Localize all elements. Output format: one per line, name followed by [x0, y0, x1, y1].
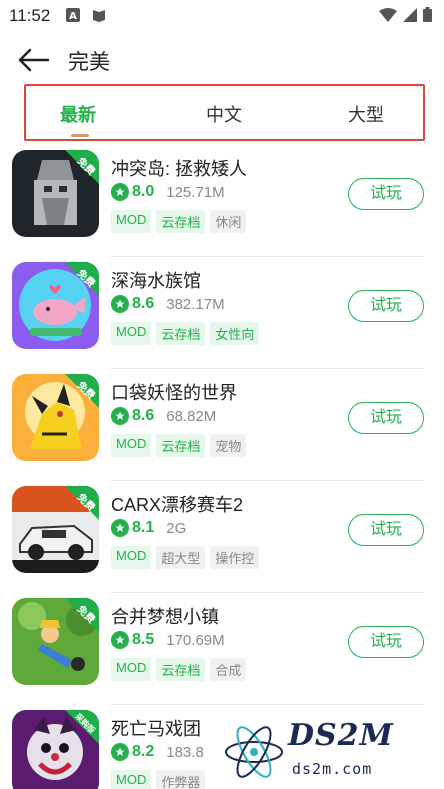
active-tab-indicator: [71, 134, 89, 137]
tab-bar: 最新 中文 大型: [24, 84, 425, 141]
back-arrow-icon[interactable]: [16, 46, 52, 74]
tag: 超大型: [156, 546, 206, 569]
rating-value: 8.5: [132, 631, 155, 648]
tab-latest[interactable]: 最新: [60, 101, 96, 127]
rating-line: ★ 8.0 125.71M: [111, 183, 225, 201]
app-icon: 免费: [12, 150, 99, 237]
try-play-button[interactable]: 试玩: [348, 626, 424, 658]
try-play-button[interactable]: 试玩: [348, 290, 424, 322]
list-item[interactable]: 免费 冲突岛: 拯救矮人 ★ 8.0 125.71M MOD 云存档 休闲 试玩: [0, 145, 444, 257]
rating-line: ★ 8.1 2G: [111, 519, 186, 537]
status-bar: 11:52 A: [0, 0, 444, 30]
tag: 云存档: [156, 434, 206, 457]
app-name: CARX漂移赛车2: [111, 495, 244, 515]
book-icon: [93, 10, 105, 22]
tab-chinese[interactable]: 中文: [206, 101, 242, 127]
tag: 宠物: [210, 434, 247, 457]
svg-text:A: A: [69, 11, 77, 22]
tag: MOD: [111, 434, 152, 457]
app-icon: 免费: [12, 486, 99, 573]
status-time: 11:52: [9, 6, 51, 25]
app-size: 125.71M: [166, 183, 225, 201]
app-size: 170.69M: [166, 631, 225, 649]
signal-icon: [403, 7, 417, 22]
rating-line: ★ 8.6 68.82M: [111, 407, 216, 425]
tag-list: MOD 超大型 操作控: [111, 546, 260, 569]
list-item[interactable]: 免费 口袋妖怪的世界 ★ 8.6 68.82M MOD 云存档 宠物 试玩: [0, 369, 444, 481]
tag-list: MOD 云存档 休闲: [111, 210, 247, 233]
app-size: 2G: [166, 519, 187, 537]
tag: 云存档: [156, 658, 206, 681]
purchase-badge: 采购版: [51, 710, 99, 758]
star-icon: ★: [111, 407, 129, 425]
star-icon: ★: [111, 631, 129, 649]
app-name: 合并梦想小镇: [111, 607, 219, 627]
star-icon: ★: [111, 295, 129, 313]
free-badge: 免费: [51, 486, 99, 534]
rating-value: 8.6: [132, 295, 155, 312]
app-size: 183.8: [166, 743, 204, 761]
tag-list: MOD 云存档 合成: [111, 658, 247, 681]
notification-a-icon: A: [66, 8, 80, 22]
atom-logo-icon: [225, 726, 283, 778]
tag: MOD: [111, 770, 152, 789]
tag: 操作控: [210, 546, 260, 569]
page-title: 完美: [68, 51, 110, 74]
tag-list: MOD 云存档 宠物: [111, 434, 247, 457]
tag: 云存档: [156, 322, 206, 345]
tag: 女性向: [210, 322, 260, 345]
list-item[interactable]: 免费 深海水族馆 ★ 8.6 382.17M MOD 云存档 女性向 试玩: [0, 257, 444, 369]
watermark-logo-text: DS2M: [288, 718, 394, 753]
tag: MOD: [111, 322, 152, 345]
free-badge: 免费: [51, 374, 99, 422]
wifi-icon: [379, 7, 397, 22]
rating-value: 8.6: [132, 407, 155, 424]
star-icon: ★: [111, 519, 129, 537]
app-name: 死亡马戏团: [111, 719, 201, 739]
app-size: 382.17M: [166, 295, 225, 313]
tag: MOD: [111, 210, 152, 233]
header: 完美: [0, 36, 444, 84]
app-name: 口袋妖怪的世界: [111, 383, 237, 403]
free-badge: 免费: [51, 150, 99, 198]
tag: 休闲: [210, 210, 247, 233]
free-badge: 免费: [51, 598, 99, 646]
app-name: 深海水族馆: [111, 271, 201, 291]
tag: 合成: [210, 658, 247, 681]
tag-list: MOD 作弊器: [111, 770, 206, 789]
app-icon: 采购版: [12, 710, 99, 789]
tab-large[interactable]: 大型: [348, 101, 384, 127]
tag: 作弊器: [156, 770, 206, 789]
watermark-url: ds2m.com: [292, 760, 373, 778]
app-size: 68.82M: [166, 407, 217, 425]
status-indicators: [379, 7, 432, 22]
free-badge: 免费: [51, 262, 99, 310]
app-icon: 免费: [12, 262, 99, 349]
tag-list: MOD 云存档 女性向: [111, 322, 260, 345]
tag: MOD: [111, 546, 152, 569]
app-icon: 免费: [12, 374, 99, 461]
rating-line: ★ 8.2 183.8: [111, 743, 204, 761]
try-play-button[interactable]: 试玩: [348, 178, 424, 210]
app-name: 冲突岛: 拯救矮人: [111, 159, 248, 179]
rating-line: ★ 8.6 382.17M: [111, 295, 225, 313]
list-item[interactable]: 免费 CARX漂移赛车2 ★ 8.1 2G MOD 超大型 操作控 试玩: [0, 481, 444, 593]
list-item[interactable]: 免费 合并梦想小镇 ★ 8.5 170.69M MOD 云存档 合成 试玩: [0, 593, 444, 705]
rating-value: 8.2: [132, 743, 155, 760]
rating-value: 8.0: [132, 183, 155, 200]
battery-icon: [423, 7, 432, 22]
star-icon: ★: [111, 743, 129, 761]
tag: MOD: [111, 658, 152, 681]
rating-line: ★ 8.5 170.69M: [111, 631, 225, 649]
rating-value: 8.1: [132, 519, 155, 536]
star-icon: ★: [111, 183, 129, 201]
try-play-button[interactable]: 试玩: [348, 514, 424, 546]
watermark: DS2M ds2m.com: [220, 716, 444, 789]
try-play-button[interactable]: 试玩: [348, 402, 424, 434]
tag: 云存档: [156, 210, 206, 233]
app-icon: 免费: [12, 598, 99, 685]
